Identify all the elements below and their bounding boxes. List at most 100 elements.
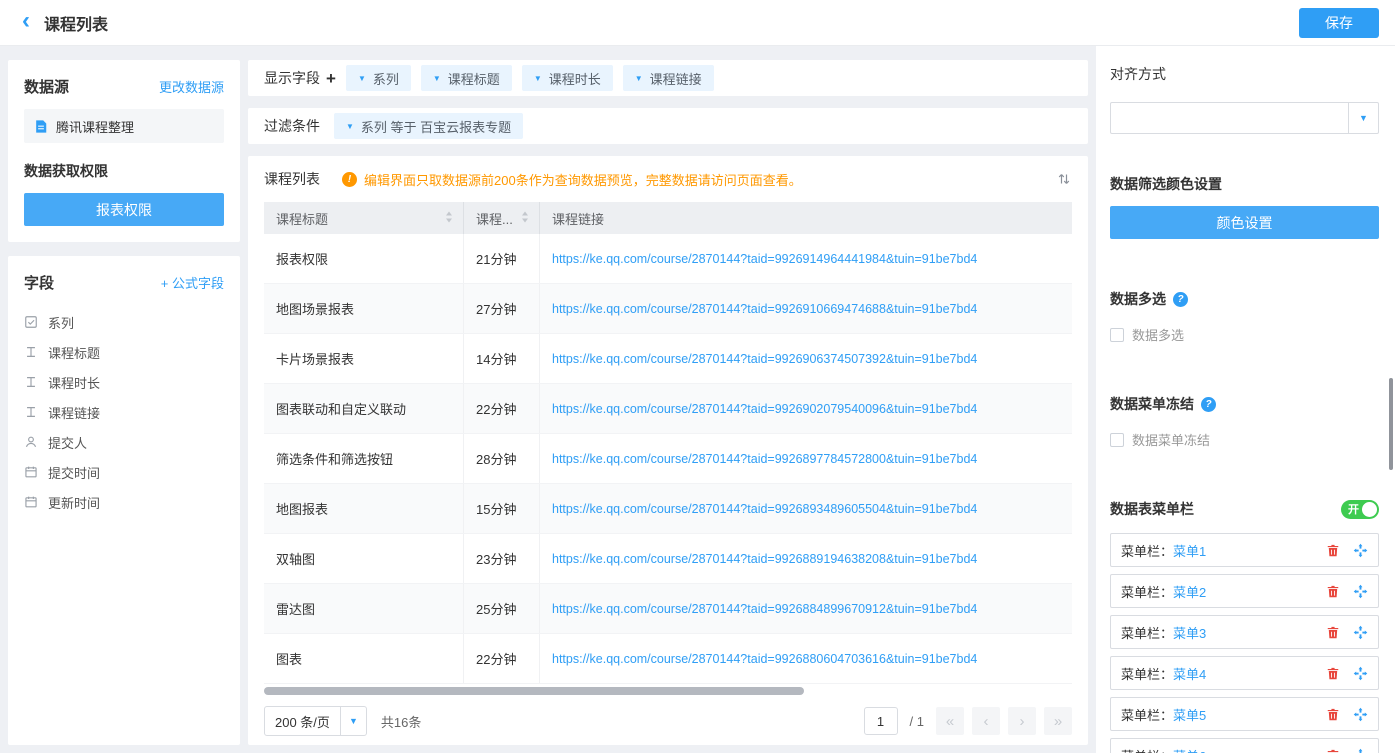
delete-icon[interactable] <box>1326 625 1340 640</box>
toggle-label: 开 <box>1348 501 1359 517</box>
field-item-series[interactable]: 系列 <box>24 307 224 337</box>
cell-course-duration: 27分钟 <box>464 284 540 333</box>
column-header-course-duration[interactable]: 课程... <box>464 202 540 234</box>
menu-item-4: 菜单栏：菜单4 <box>1110 656 1379 690</box>
multi-select-checkbox-row[interactable]: 数据多选 <box>1110 325 1379 344</box>
filter-condition-chip[interactable]: ▼系列 等于 百宝云报表专题 <box>334 113 523 139</box>
cell-course-title: 卡片场景报表 <box>264 334 464 383</box>
table-row: 图表联动和自定义联动22分钟https://ke.qq.com/course/2… <box>264 384 1072 434</box>
section-title-text: 数据菜单冻结 <box>1110 394 1194 414</box>
move-icon[interactable] <box>1353 707 1368 722</box>
move-icon[interactable] <box>1353 666 1368 681</box>
delete-icon[interactable] <box>1326 748 1340 753</box>
table-body: 报表权限21分钟https://ke.qq.com/course/2870144… <box>264 234 1072 685</box>
chevron-down-icon: ▼ <box>358 74 366 83</box>
field-label: 课程时长 <box>48 373 100 392</box>
alignment-select[interactable]: ▼ <box>1110 102 1379 134</box>
datasource-item[interactable]: 腾讯课程整理 <box>24 109 224 143</box>
permission-title: 数据获取权限 <box>24 161 224 181</box>
chevron-down-icon: ▼ <box>346 122 354 131</box>
change-datasource-link[interactable]: 更改数据源 <box>159 77 224 96</box>
display-field-chip-course-link[interactable]: ▼课程链接 <box>623 65 714 91</box>
menu-bar-toggle[interactable]: 开 <box>1341 500 1379 519</box>
column-header-course-title[interactable]: 课程标题 <box>264 202 464 234</box>
cell-course-title: 雷达图 <box>264 584 464 633</box>
table-row: 图表22分钟https://ke.qq.com/course/2870144?t… <box>264 634 1072 684</box>
menu-name-link[interactable]: 菜单3 <box>1173 623 1206 642</box>
field-label: 更新时间 <box>48 493 100 512</box>
course-link[interactable]: https://ke.qq.com/course/2870144?taid=99… <box>552 402 1060 416</box>
last-page-button[interactable]: » <box>1044 707 1072 735</box>
back-button[interactable]: ‹ <box>22 9 30 33</box>
field-item-submit-time[interactable]: 提交时间 <box>24 457 224 487</box>
color-settings-button[interactable]: 颜色设置 <box>1110 206 1379 239</box>
horizontal-scrollbar-thumb[interactable] <box>264 687 804 695</box>
help-icon[interactable]: ? <box>1173 292 1188 307</box>
sort-icon[interactable] <box>1056 171 1072 187</box>
add-formula-field-link[interactable]: + 公式字段 <box>161 273 224 292</box>
chevron-down-icon: ▼ <box>635 74 643 83</box>
course-link[interactable]: https://ke.qq.com/course/2870144?taid=99… <box>552 252 1060 266</box>
course-link[interactable]: https://ke.qq.com/course/2870144?taid=99… <box>552 452 1060 466</box>
cell-course-title: 地图报表 <box>264 484 464 533</box>
field-label: 提交时间 <box>48 463 100 482</box>
display-field-chip-course-duration[interactable]: ▼课程时长 <box>522 65 613 91</box>
column-header-course-link[interactable]: 课程链接 <box>540 202 1072 234</box>
menu-prefix: 菜单栏： <box>1121 746 1173 753</box>
field-item-course-link[interactable]: 课程链接 <box>24 397 224 427</box>
field-item-course-duration[interactable]: 课程时长 <box>24 367 224 397</box>
move-icon[interactable] <box>1353 584 1368 599</box>
delete-icon[interactable] <box>1326 584 1340 599</box>
menu-freeze-checkbox-row[interactable]: 数据菜单冻结 <box>1110 430 1379 449</box>
page-input[interactable]: 1 <box>864 707 898 735</box>
menu-name-link[interactable]: 菜单2 <box>1173 582 1206 601</box>
menu-freeze-checkbox[interactable] <box>1110 433 1124 447</box>
delete-icon[interactable] <box>1326 707 1340 722</box>
datasource-panel: 数据源 更改数据源 腾讯课程整理 数据获取权限 报表权限 <box>8 60 240 242</box>
menu-name-link[interactable]: 菜单6 <box>1173 746 1206 753</box>
section-title-text: 数据多选 <box>1110 289 1166 309</box>
delete-icon[interactable] <box>1326 666 1340 681</box>
delete-icon[interactable] <box>1326 543 1340 558</box>
display-field-chip-course-title[interactable]: ▼课程标题 <box>421 65 512 91</box>
menu-prefix: 菜单栏： <box>1121 705 1173 724</box>
page-size-select[interactable]: 200 条/页 ▼ <box>264 706 367 736</box>
settings-sidebar: 对齐方式 ▼ 数据筛选颜色设置 颜色设置 数据多选 ? 数据多选 数据菜单冻结 … <box>1096 46 1395 753</box>
field-item-course-title[interactable]: 课程标题 <box>24 337 224 367</box>
table-row: 报表权限21分钟https://ke.qq.com/course/2870144… <box>264 234 1072 284</box>
report-permission-button[interactable]: 报表权限 <box>24 193 224 226</box>
display-field-chip-series[interactable]: ▼系列 <box>346 65 411 91</box>
move-icon[interactable] <box>1353 543 1368 558</box>
cell-course-title: 筛选条件和筛选按钮 <box>264 434 464 483</box>
multi-select-checkbox[interactable] <box>1110 328 1124 342</box>
menu-name-link[interactable]: 菜单4 <box>1173 664 1206 683</box>
course-link[interactable]: https://ke.qq.com/course/2870144?taid=99… <box>552 602 1060 616</box>
course-link[interactable]: https://ke.qq.com/course/2870144?taid=99… <box>552 302 1060 316</box>
first-page-button[interactable]: « <box>936 707 964 735</box>
add-display-field-button[interactable]: + <box>326 70 336 87</box>
checkbox-label: 数据多选 <box>1132 325 1184 344</box>
app: ‹ 课程列表 保存 数据源 更改数据源 腾讯课程整理 数据获取权限 报表权限 <box>0 0 1395 753</box>
move-icon[interactable] <box>1353 748 1368 753</box>
move-icon[interactable] <box>1353 625 1368 640</box>
page-size-value: 200 条/页 <box>265 707 340 735</box>
course-link[interactable]: https://ke.qq.com/course/2870144?taid=99… <box>552 352 1060 366</box>
prev-page-button[interactable]: ‹ <box>972 707 1000 735</box>
course-link[interactable]: https://ke.qq.com/course/2870144?taid=99… <box>552 502 1060 516</box>
toggle-knob <box>1362 502 1377 517</box>
select-field-icon <box>24 315 38 329</box>
next-page-button[interactable]: › <box>1008 707 1036 735</box>
column-label: 课程链接 <box>552 209 604 228</box>
menu-name-link[interactable]: 菜单1 <box>1173 541 1206 560</box>
menu-name-link[interactable]: 菜单5 <box>1173 705 1206 724</box>
save-button[interactable]: 保存 <box>1299 8 1379 38</box>
course-link[interactable]: https://ke.qq.com/course/2870144?taid=99… <box>552 552 1060 566</box>
help-icon[interactable]: ? <box>1201 397 1216 412</box>
horizontal-scrollbar <box>264 687 1072 695</box>
vertical-scrollbar-thumb[interactable] <box>1389 378 1393 470</box>
main-area: 显示字段 + ▼系列 ▼课程标题 ▼课程时长 ▼课程链接 过滤条件 ▼系列 等于… <box>248 60 1088 745</box>
course-link[interactable]: https://ke.qq.com/course/2870144?taid=99… <box>552 652 1060 666</box>
field-item-submitter[interactable]: 提交人 <box>24 427 224 457</box>
field-item-update-time[interactable]: 更新时间 <box>24 487 224 517</box>
cell-course-duration: 21分钟 <box>464 234 540 283</box>
